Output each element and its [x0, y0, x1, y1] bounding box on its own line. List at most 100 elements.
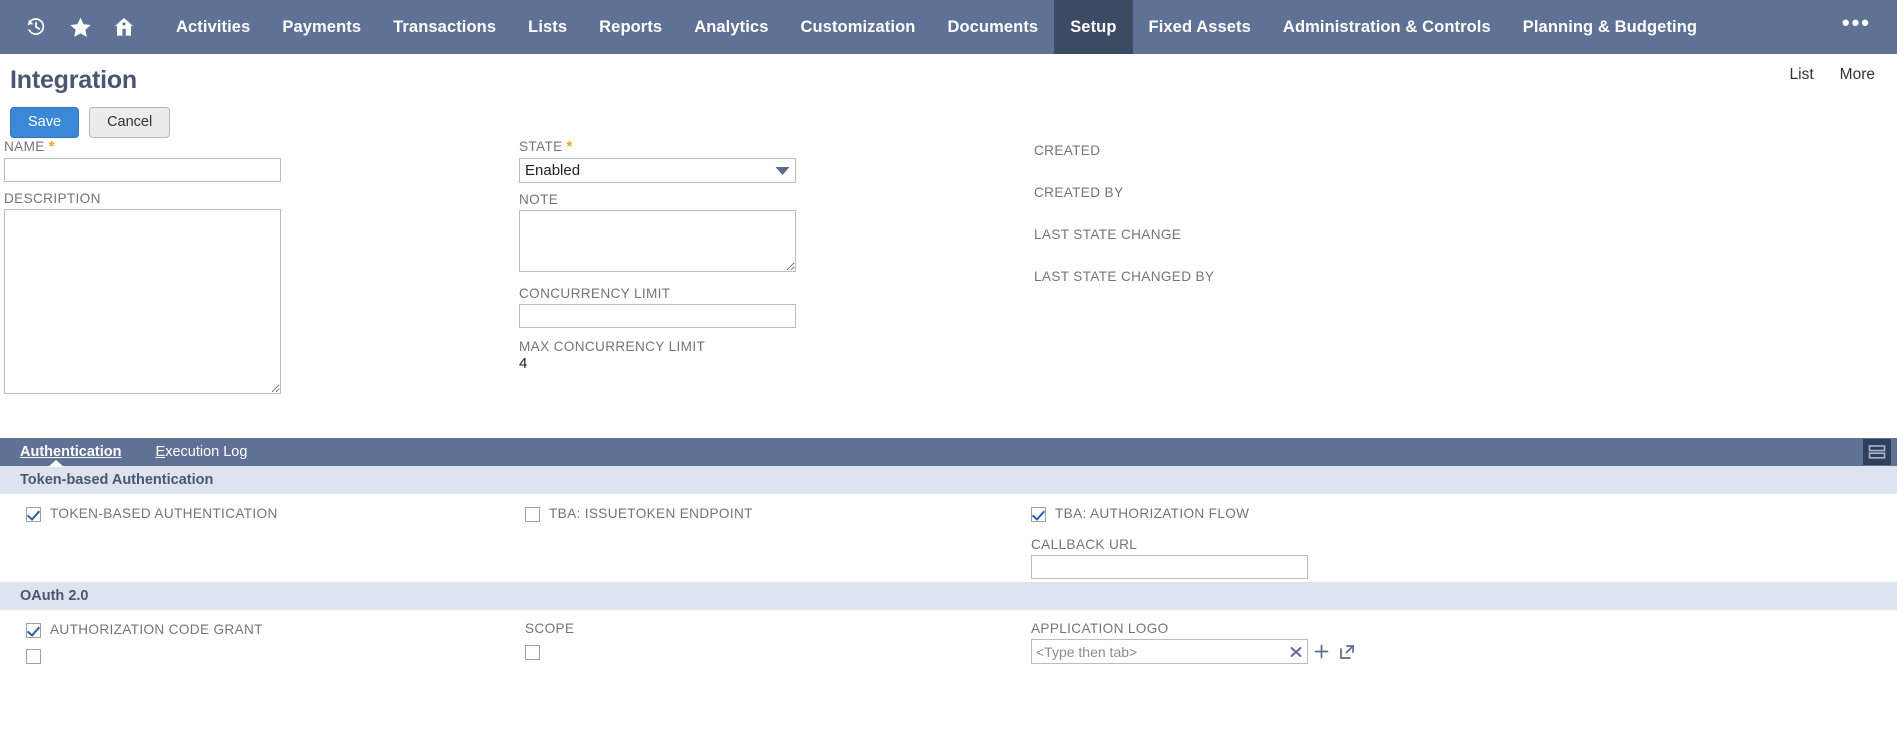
- state-label: STATE *: [519, 138, 1019, 155]
- max-concurrency-limit-label: MAX CONCURRENCY LIMIT: [519, 339, 706, 354]
- token-based-authentication-section-header: Token-based Authentication: [0, 466, 1897, 494]
- chevron-down-icon[interactable]: [769, 159, 795, 182]
- scope-label: SCOPE: [525, 621, 575, 636]
- max-concurrency-limit-value: 4: [519, 355, 528, 372]
- oauth-secondary-checkbox[interactable]: [26, 649, 41, 664]
- name-required-marker: *: [48, 138, 55, 155]
- form-column-middle: STATE * Enabled NOTE CONCURRENCY LIMIT MA…: [519, 138, 1019, 375]
- favorites-star-icon[interactable]: [58, 0, 102, 54]
- name-input[interactable]: [4, 158, 281, 182]
- state-select[interactable]: Enabled: [519, 158, 796, 183]
- tab-authentication-accesskey: A: [20, 444, 31, 460]
- token-based-authentication-checkbox[interactable]: [26, 507, 41, 522]
- top-navigation-bar: Activities Payments Transactions Lists R…: [0, 0, 1897, 54]
- nav-item-fixed-assets[interactable]: Fixed Assets: [1133, 0, 1267, 54]
- form-column-left: NAME * DESCRIPTION: [4, 138, 504, 402]
- scope-field-group: SCOPE: [525, 621, 574, 665]
- description-label: DESCRIPTION: [4, 191, 101, 206]
- created-field-group: CREATED: [1034, 143, 1594, 158]
- more-link[interactable]: More: [1840, 66, 1875, 84]
- max-concurrency-limit-group: MAX CONCURRENCY LIMIT 4: [519, 339, 1019, 372]
- tba-issuetoken-endpoint-checkbox-group[interactable]: TBA: ISSUETOKEN ENDPOINT: [525, 506, 753, 522]
- name-label: NAME *: [4, 138, 504, 155]
- token-based-authentication-checkbox-group[interactable]: TOKEN-BASED AUTHENTICATION: [26, 506, 278, 522]
- nav-item-setup[interactable]: Setup: [1054, 0, 1133, 54]
- last-state-change-label: LAST STATE CHANGE: [1034, 227, 1182, 242]
- tba-issuetoken-endpoint-checkbox[interactable]: [525, 507, 540, 522]
- page-title: Integration: [10, 66, 137, 94]
- authorization-code-grant-checkbox[interactable]: [26, 623, 41, 638]
- callback-url-label: CALLBACK URL: [1031, 537, 1138, 552]
- name-label-text: NAME: [4, 139, 45, 154]
- application-logo-field-group: APPLICATION LOGO <Type then tab>: [1031, 621, 1360, 664]
- page-header: Integration Save Cancel List More: [0, 54, 1897, 139]
- list-link[interactable]: List: [1790, 66, 1814, 84]
- clear-field-icon[interactable]: [1289, 645, 1303, 659]
- home-icon[interactable]: [102, 0, 146, 54]
- created-by-field-group: CREATED BY: [1034, 185, 1594, 200]
- nav-item-lists[interactable]: Lists: [512, 0, 583, 54]
- token-based-authentication-row: TOKEN-BASED AUTHENTICATION TBA: ISSUETOK…: [0, 494, 1897, 582]
- tab-execution-log[interactable]: Execution Log: [156, 438, 248, 466]
- note-label: NOTE: [519, 192, 559, 207]
- nav-item-analytics[interactable]: Analytics: [678, 0, 784, 54]
- form-column-right: CREATED CREATED BY LAST STATE CHANGE LAS…: [1034, 143, 1594, 311]
- subtab-bar: Authentication Execution Log: [0, 438, 1897, 467]
- nav-item-planning-budgeting[interactable]: Planning & Budgeting: [1507, 0, 1713, 54]
- authorization-code-grant-checkbox-group[interactable]: AUTHORIZATION CODE GRANT: [26, 622, 263, 638]
- nav-item-transactions[interactable]: Transactions: [377, 0, 512, 54]
- header-links: List More: [1790, 66, 1875, 84]
- tba-authorization-flow-checkbox-group[interactable]: TBA: AUTHORIZATION FLOW: [1031, 506, 1249, 522]
- callback-url-field-group: CALLBACK URL: [1031, 537, 1308, 579]
- application-logo-label: APPLICATION LOGO: [1031, 621, 1169, 636]
- tab-execution-log-label: xecution Log: [165, 444, 248, 460]
- concurrency-limit-label: CONCURRENCY LIMIT: [519, 286, 671, 301]
- add-new-icon[interactable]: [1308, 639, 1334, 664]
- last-state-changed-by-field-group: LAST STATE CHANGED BY: [1034, 269, 1594, 284]
- nav-item-documents[interactable]: Documents: [931, 0, 1054, 54]
- callback-url-input[interactable]: [1031, 555, 1308, 579]
- tba-authorization-flow-checkbox-label[interactable]: TBA: AUTHORIZATION FLOW: [1055, 506, 1249, 521]
- tab-authentication-label: uthentication: [30, 444, 122, 460]
- tab-authentication[interactable]: Authentication: [20, 438, 122, 466]
- note-textarea[interactable]: [519, 210, 796, 272]
- last-state-change-field-group: LAST STATE CHANGE: [1034, 227, 1594, 242]
- description-textarea[interactable]: [4, 209, 281, 394]
- nav-menu-items: Activities Payments Transactions Lists R…: [160, 0, 1713, 54]
- created-by-label: CREATED BY: [1034, 185, 1124, 200]
- last-state-changed-by-label: LAST STATE CHANGED BY: [1034, 269, 1215, 284]
- name-field-group: NAME *: [4, 138, 504, 182]
- authorization-code-grant-checkbox-label[interactable]: AUTHORIZATION CODE GRANT: [50, 622, 263, 637]
- stacked-rows-icon[interactable]: [1863, 439, 1891, 465]
- concurrency-limit-field-group: CONCURRENCY LIMIT: [519, 286, 1019, 328]
- tba-authorization-flow-checkbox[interactable]: [1031, 507, 1046, 522]
- concurrency-limit-input[interactable]: [519, 304, 796, 328]
- token-based-authentication-checkbox-label[interactable]: TOKEN-BASED AUTHENTICATION: [50, 506, 278, 521]
- application-logo-input[interactable]: <Type then tab>: [1031, 639, 1308, 664]
- integration-main-form: NAME * DESCRIPTION STATE * Enabled NOTE …: [0, 138, 1897, 438]
- state-field-group: STATE * Enabled: [519, 138, 1019, 183]
- state-selected-value: Enabled: [525, 162, 581, 179]
- recent-history-icon[interactable]: [14, 0, 58, 54]
- application-logo-placeholder: <Type then tab>: [1036, 643, 1138, 660]
- nav-item-reports[interactable]: Reports: [583, 0, 678, 54]
- application-logo-control: <Type then tab>: [1031, 639, 1360, 664]
- open-popup-icon[interactable]: [1334, 639, 1360, 664]
- nav-overflow-ellipsis-icon[interactable]: •••: [1842, 0, 1871, 54]
- cancel-button[interactable]: Cancel: [89, 107, 171, 139]
- oauth-secondary-checkbox-group[interactable]: [26, 648, 41, 664]
- state-required-marker: *: [566, 138, 573, 155]
- note-field-group: NOTE: [519, 192, 1019, 277]
- created-label: CREATED: [1034, 143, 1101, 158]
- tab-execution-log-accesskey: E: [155, 444, 166, 460]
- nav-item-payments[interactable]: Payments: [266, 0, 377, 54]
- state-label-text: STATE: [519, 139, 563, 154]
- save-button[interactable]: Save: [10, 107, 80, 139]
- nav-item-activities[interactable]: Activities: [160, 0, 266, 54]
- nav-item-administration-controls[interactable]: Administration & Controls: [1267, 0, 1507, 54]
- scope-checkbox[interactable]: [525, 645, 540, 660]
- tba-issuetoken-endpoint-checkbox-label[interactable]: TBA: ISSUETOKEN ENDPOINT: [549, 506, 753, 521]
- oauth-section-header: OAuth 2.0: [0, 582, 1897, 610]
- nav-item-customization[interactable]: Customization: [784, 0, 931, 54]
- description-field-group: DESCRIPTION: [4, 191, 504, 399]
